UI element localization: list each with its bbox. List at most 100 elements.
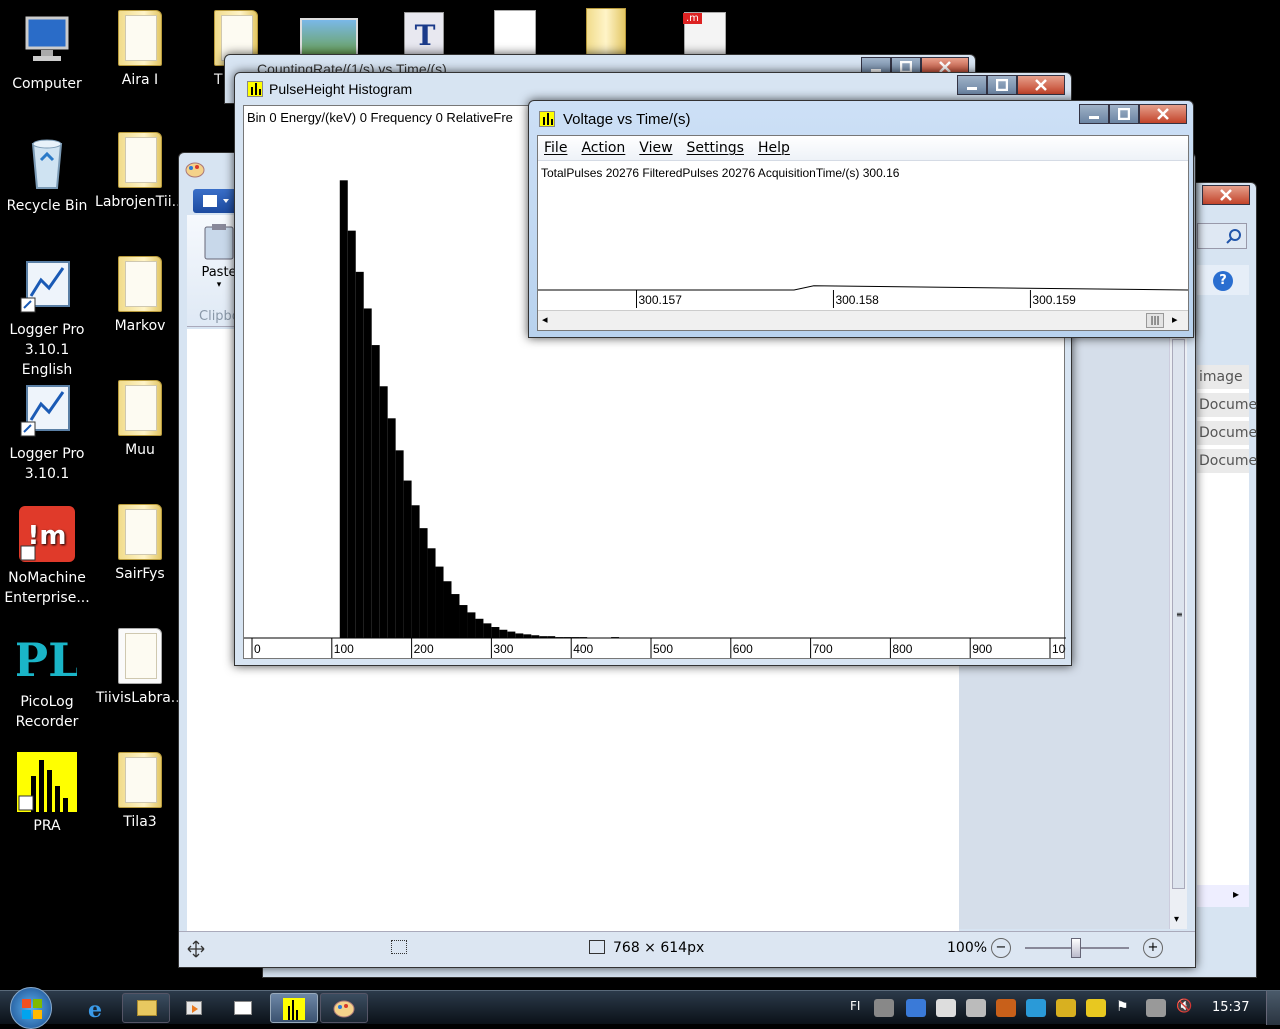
x-tick-label: 300.159 — [1032, 293, 1076, 307]
show-desktop-button[interactable] — [1266, 991, 1280, 1025]
horizontal-scrollbar[interactable]: ◂ ||| ▸ — [538, 310, 1188, 330]
histogram-bar — [467, 612, 476, 638]
scroll-thumb[interactable]: ≡ — [1172, 339, 1185, 889]
list-item[interactable]: image — [1197, 365, 1249, 389]
image-size-icon — [589, 940, 605, 954]
tray-norton-icon[interactable] — [1086, 999, 1106, 1017]
voltage-window-controls — [1079, 104, 1187, 124]
x-tick-label: 0 — [254, 642, 261, 656]
logger-pro-english-shortcut[interactable]: Logger Pro 3.10.1 English — [1, 256, 93, 380]
x-tick-label: 600 — [733, 642, 753, 656]
explorer-taskbar-button[interactable] — [122, 993, 170, 1023]
scroll-right-icon[interactable]: ▸ — [1233, 887, 1239, 901]
vertical-scrollbar[interactable]: ≡ ▾ — [1169, 329, 1187, 929]
pra-shortcut[interactable]: PRA — [1, 752, 93, 836]
scroll-down-icon[interactable]: ▾ — [1174, 914, 1179, 925]
x-tick-label: 700 — [813, 642, 833, 656]
picolog-shortcut[interactable]: PL PicoLog Recorder — [1, 628, 93, 732]
help-icon[interactable]: ? — [1213, 271, 1233, 291]
scroll-thumb[interactable]: ||| — [1146, 313, 1164, 328]
logger-pro-icon — [20, 261, 70, 313]
taskbar: e FI ⚑ 🔇 15:37 — [0, 987, 1280, 1029]
desktop-icon-label: Markov — [114, 318, 166, 334]
folder-markov[interactable]: Markov — [94, 256, 186, 336]
internet-explorer-icon: e — [88, 997, 102, 1023]
file-tiivislabra[interactable]: TiivisLabra... — [94, 628, 186, 708]
app-taskbar-button[interactable] — [226, 997, 262, 1021]
nomachine-icon: !m — [19, 506, 75, 562]
grip-icon: ≡ — [1176, 610, 1183, 619]
x-tick-label: 100 — [334, 642, 354, 656]
histogram-bar — [491, 627, 500, 638]
close-button[interactable] — [1139, 104, 1187, 124]
computer-icon — [25, 16, 69, 61]
tray-network-tool-icon[interactable] — [966, 999, 986, 1017]
keyboard-icon[interactable] — [874, 999, 894, 1017]
media-icon — [186, 1001, 202, 1015]
folder-labrojentiivis[interactable]: LabrojenTii... — [94, 132, 186, 212]
x-tick-label: 300.157 — [638, 293, 682, 307]
minimize-icon — [967, 87, 977, 90]
horizontal-scrollbar[interactable]: ▸ — [1197, 885, 1249, 907]
ie-taskbar-button[interactable]: e — [74, 997, 114, 1023]
tex-editor-icon[interactable]: T — [404, 12, 444, 56]
folder-aira[interactable]: Aira I — [94, 10, 186, 90]
desktop-icon-label: Logger Pro 3.10.1 English — [9, 322, 85, 378]
zoom-in-button[interactable]: + — [1143, 938, 1163, 958]
action-center-flag-icon[interactable]: ⚑ — [1116, 999, 1136, 1017]
start-button[interactable] — [10, 987, 52, 1029]
folder-icon — [137, 1000, 157, 1016]
clock[interactable]: 15:37 — [1212, 1000, 1249, 1015]
tray-tool-icon[interactable] — [936, 999, 956, 1017]
minimize-button[interactable] — [1079, 104, 1109, 124]
tray-app-icon[interactable] — [906, 999, 926, 1017]
wifi-icon[interactable] — [1026, 999, 1046, 1017]
image-file-icon[interactable] — [300, 18, 358, 58]
tray-security-icon[interactable] — [1056, 999, 1076, 1017]
network-icon[interactable] — [1146, 999, 1166, 1017]
zoom-out-button[interactable]: − — [991, 938, 1011, 958]
zip-folder-icon[interactable] — [586, 8, 626, 58]
close-button[interactable] — [1017, 75, 1065, 95]
pra-icon — [283, 998, 305, 1020]
folder-icon — [118, 752, 162, 808]
list-item[interactable]: Docume — [1197, 393, 1257, 417]
voltage-window[interactable]: Voltage vs Time/(s) File Action View Set… — [528, 100, 1194, 338]
scroll-right-icon[interactable]: ▸ — [1172, 313, 1178, 326]
folder-tila3[interactable]: Tila3 — [94, 752, 186, 832]
minimize-button[interactable] — [957, 75, 987, 95]
recycle-bin[interactable]: Recycle Bin — [1, 132, 93, 216]
search-icon[interactable] — [1226, 228, 1242, 244]
logger-pro-shortcut[interactable]: Logger Pro 3.10.1 — [1, 380, 93, 484]
media-player-button[interactable] — [180, 997, 208, 1021]
explorer-file-list: image Docume Docume Docume — [1197, 365, 1257, 895]
x-tick-label: 300.158 — [835, 293, 879, 307]
histogram-bar — [387, 418, 396, 638]
close-button[interactable] — [1202, 185, 1250, 205]
document-file-icon[interactable] — [494, 10, 536, 58]
matlab-file-icon[interactable]: .m — [683, 12, 726, 58]
maximize-button[interactable] — [987, 75, 1017, 95]
pra-taskbar-button[interactable] — [270, 993, 318, 1023]
volume-muted-icon[interactable]: 🔇 — [1176, 999, 1196, 1017]
folder-sairfys[interactable]: SairFys — [94, 504, 186, 584]
texmaker-icon: T — [415, 19, 436, 52]
computer-desktop-icon[interactable]: Computer — [1, 10, 93, 94]
maximize-icon — [996, 79, 1008, 91]
voltage-chart[interactable]: 300.157 300.158 300.159 — [538, 136, 1190, 312]
histogram-bar — [339, 180, 348, 639]
paint-taskbar-button[interactable] — [320, 993, 368, 1023]
scroll-left-icon[interactable]: ◂ — [542, 313, 548, 326]
histogram-bar — [347, 230, 356, 638]
search-box[interactable] — [1197, 223, 1247, 249]
tray-disk-icon[interactable] — [996, 999, 1016, 1017]
histogram-bar — [403, 480, 412, 638]
list-item[interactable]: Docume — [1197, 449, 1257, 473]
list-item[interactable]: Docume — [1197, 421, 1257, 445]
folder-muu[interactable]: Muu — [94, 380, 186, 460]
nomachine-shortcut[interactable]: !m NoMachine Enterprise... — [1, 504, 93, 608]
zoom-slider-thumb[interactable] — [1071, 938, 1081, 958]
language-indicator[interactable]: FI — [850, 999, 860, 1013]
desktop-icon-label: Muu — [125, 442, 155, 458]
maximize-button[interactable] — [1109, 104, 1139, 124]
